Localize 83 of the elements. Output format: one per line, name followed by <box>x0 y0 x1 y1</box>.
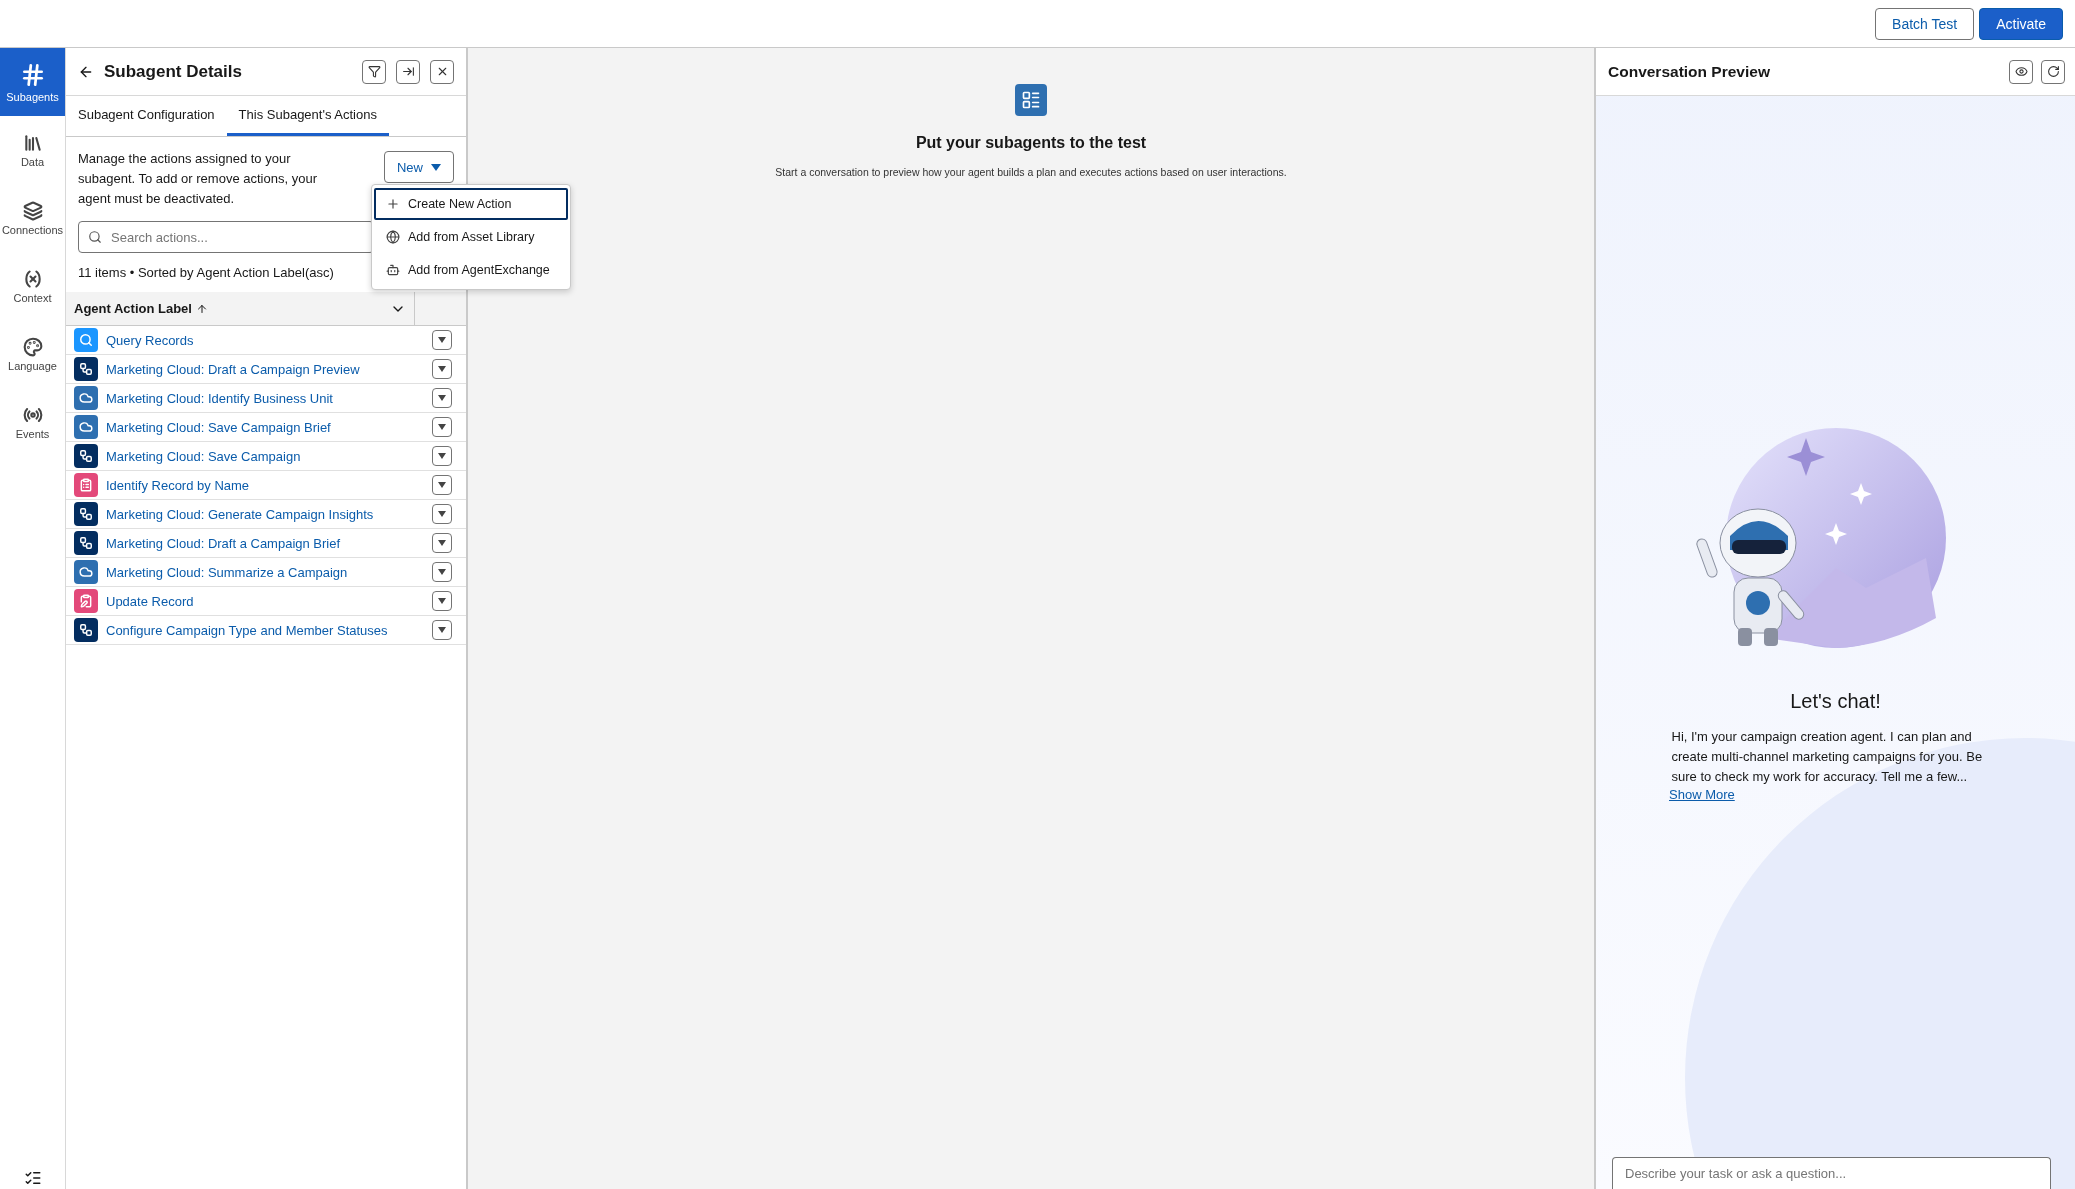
rail-item[interactable]: Context <box>0 252 65 320</box>
caret-down-icon <box>431 163 441 171</box>
rail-item[interactable]: Connections <box>0 184 65 252</box>
eye-icon <box>2014 65 2028 78</box>
filter-icon <box>367 65 381 78</box>
caret-down-icon <box>438 598 446 604</box>
search-field[interactable]: Search actions... <box>78 221 374 253</box>
collapse-button[interactable] <box>396 59 420 84</box>
chat-input-field[interactable]: Describe your task or ask a question... <box>1612 1157 2051 1189</box>
action-link[interactable]: Update Record <box>106 593 424 609</box>
view-button[interactable] <box>2009 59 2033 84</box>
description-text: Manage the actions assigned to your subagent. To add or remove actions, your agent must be deactivated. <box>78 150 318 208</box>
action-link[interactable]: Marketing Cloud: Identify Business Unit <box>106 390 424 406</box>
palette-icon <box>22 336 43 357</box>
rail-item-label: Language <box>8 359 57 372</box>
refresh-icon <box>2046 65 2060 78</box>
agent-message: Hi, I'm your campaign creation agent. I can plan and create multi-channel marketing campaigns for you. Be sure to check my work for accuracy. Tell me a few... <box>1671 728 1984 786</box>
batch-test-button[interactable]: Batch Test <box>1875 7 1975 40</box>
new-button[interactable]: New <box>384 151 454 183</box>
preview-title: Conversation Preview <box>1608 62 1771 81</box>
row-menu-button[interactable] <box>432 591 452 611</box>
greeting-heading: Let's chat! <box>1790 690 1881 713</box>
show-more-link[interactable]: Show More <box>1669 787 1735 802</box>
action-link[interactable]: Marketing Cloud: Draft a Campaign Brief <box>106 535 424 551</box>
rail-item[interactable]: Data <box>0 116 65 184</box>
canvas-title: Put your subagents to the test <box>915 134 1147 152</box>
rail-item-label: Context <box>13 291 52 304</box>
row-menu-button[interactable] <box>432 475 452 495</box>
row-menu-button[interactable] <box>432 417 452 437</box>
action-link[interactable]: Marketing Cloud: Draft a Campaign Preview <box>106 361 424 377</box>
tab[interactable]: This Subagent's Actions <box>226 96 389 136</box>
row-menu-button[interactable] <box>432 330 452 350</box>
caret-down-icon <box>438 424 446 430</box>
action-link[interactable]: Marketing Cloud: Save Campaign <box>106 448 424 464</box>
panel-title: Subagent Details <box>104 61 243 82</box>
arrow-to-line-icon <box>401 65 415 78</box>
rail-item-label: Events <box>15 427 50 440</box>
rail-item-label: Subagents <box>6 90 59 103</box>
action-link[interactable]: Query Records <box>106 332 424 348</box>
caret-down-icon <box>438 395 446 401</box>
caret-down-icon <box>438 627 446 633</box>
sort-arrow-icon <box>195 302 208 315</box>
row-menu-button[interactable] <box>432 504 452 524</box>
globe-icon <box>386 230 400 244</box>
rail-item[interactable]: Language <box>0 320 65 388</box>
books-icon <box>22 132 43 153</box>
caret-down-icon <box>438 453 446 459</box>
action-link[interactable]: Marketing Cloud: Save Campaign Brief <box>106 419 424 435</box>
column-header-label: Agent Action Label <box>74 301 192 316</box>
action-link[interactable]: Marketing Cloud: Generate Campaign Insights <box>106 506 424 522</box>
row-menu-button[interactable] <box>432 359 452 379</box>
caret-down-icon <box>438 540 446 546</box>
close-button[interactable] <box>430 59 454 84</box>
action-link[interactable]: Marketing Cloud: Summarize a Campaign <box>106 564 424 580</box>
tab[interactable]: Subagent Configuration <box>78 96 227 136</box>
caret-down-icon <box>438 482 446 488</box>
row-menu-button[interactable] <box>432 446 452 466</box>
filter-button[interactable] <box>362 59 386 84</box>
rail-item-label: Data <box>20 155 45 168</box>
action-link[interactable]: Identify Record by Name <box>106 477 424 493</box>
caret-down-icon <box>438 337 446 343</box>
caret-down-icon <box>438 569 446 575</box>
caret-down-icon <box>438 366 446 372</box>
row-menu-button[interactable] <box>432 533 452 553</box>
search-icon <box>88 230 102 244</box>
list-summary: 11 items • Sorted by Agent Action Label(asc) <box>78 265 334 280</box>
rail-item[interactable]: Events <box>0 388 65 456</box>
plus-icon <box>386 197 400 211</box>
row-menu-button[interactable] <box>432 388 452 408</box>
layers-icon <box>22 200 43 221</box>
rail-item[interactable]: Subagents <box>0 48 65 116</box>
menu-item[interactable]: Create New Action <box>374 188 568 220</box>
rail-item-label: Connections <box>1 223 64 236</box>
row-menu-button[interactable] <box>432 562 452 582</box>
refresh-button[interactable] <box>2041 59 2065 84</box>
caret-down-icon <box>438 511 446 517</box>
canvas-text: Start a conversation to preview how your agent builds a plan and executes actions based on user interactions. <box>775 166 1287 178</box>
robot-icon <box>386 263 400 277</box>
activate-button[interactable]: Activate <box>1979 7 2063 40</box>
checklist-icon[interactable] <box>23 1169 42 1187</box>
action-link[interactable]: Configure Campaign Type and Member Statuses <box>106 622 424 638</box>
row-menu-button[interactable] <box>432 620 452 640</box>
variable-icon <box>22 268 43 289</box>
